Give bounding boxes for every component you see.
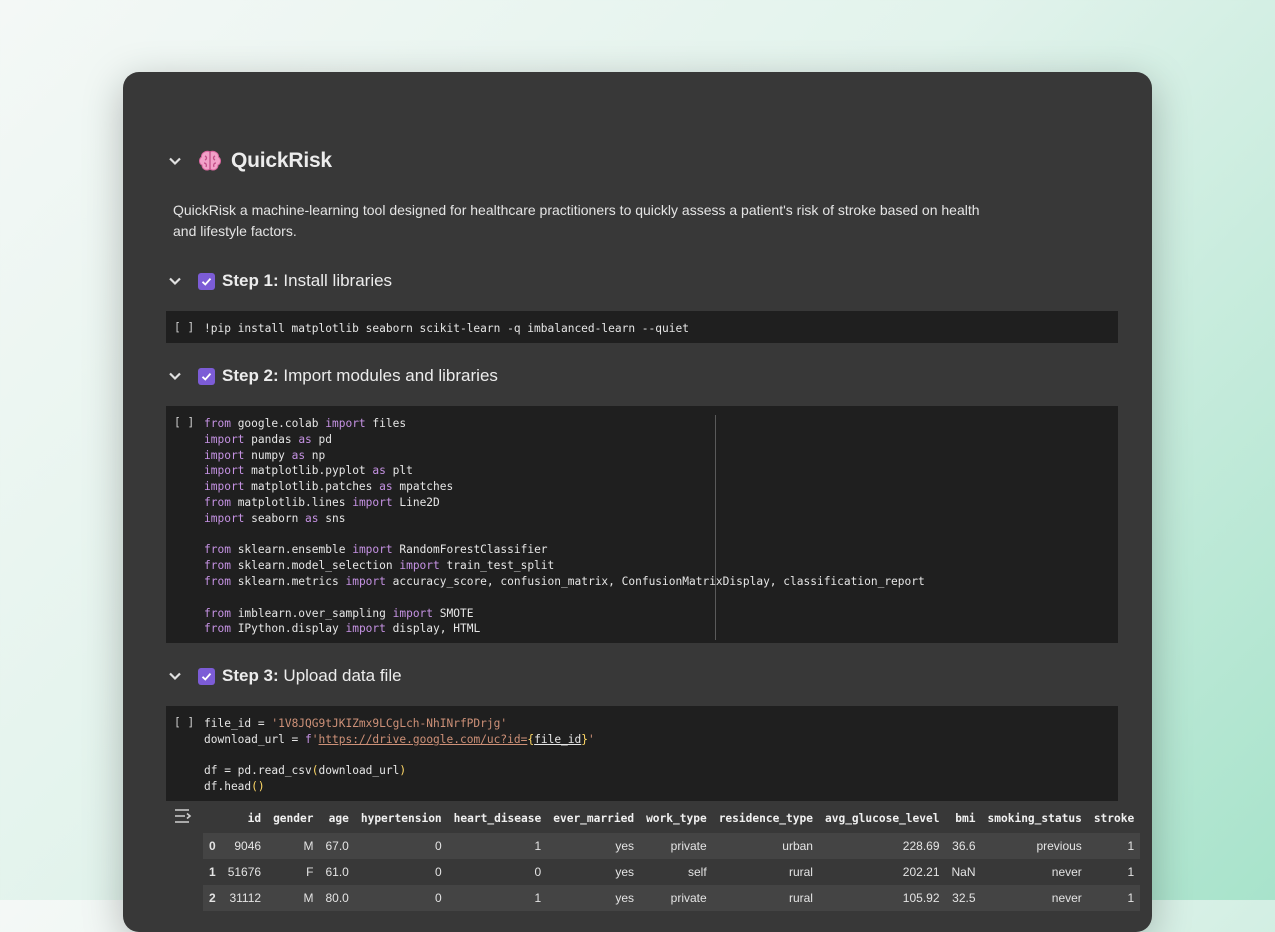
table-row: 0 9046 M 67.0 0 1 yes private urban 228.…	[203, 833, 1141, 859]
code-text[interactable]: from google.colab import files import pa…	[204, 416, 925, 637]
notebook-window: QuickRisk QuickRisk a machine-learning t…	[123, 72, 1152, 932]
code-text[interactable]: file_id = '1V8JQG9tJKIZmx9LCgLch-NhINrfP…	[204, 716, 595, 795]
run-cell-button[interactable]: [ ]	[174, 416, 194, 429]
table-cell: F	[306, 865, 314, 879]
section-step-3: Step 3: Upload data file	[168, 666, 402, 686]
run-cell-button[interactable]: [ ]	[174, 321, 194, 334]
table-cell: yes	[615, 865, 635, 879]
row-index: 1	[209, 865, 216, 879]
table-cell: NaN	[951, 865, 976, 879]
table-cell: 61.0	[325, 865, 349, 879]
code-cell-imports[interactable]: [ ] from google.colab import files impor…	[166, 406, 1118, 643]
column-header: hypertension	[360, 812, 442, 825]
table-cell: previous	[981, 833, 1088, 859]
table-cell: 1	[1127, 865, 1135, 879]
table-cell: 67.0	[319, 833, 355, 859]
code-cell-upload[interactable]: [ ] file_id = '1V8JQG9tJKIZmx9LCgLch-NhI…	[166, 706, 1118, 801]
column-header	[203, 809, 222, 833]
column-header: age	[328, 812, 349, 825]
table-cell: 1	[447, 885, 548, 911]
row-index: 2	[203, 885, 222, 911]
column-header: avg_glucose_level	[824, 812, 940, 825]
section-quickrisk: QuickRisk	[168, 148, 332, 174]
chevron-down-icon[interactable]	[168, 274, 182, 288]
table-cell: 0	[354, 885, 448, 911]
output-toggle-icon[interactable]	[173, 807, 193, 825]
table-cell: 0	[534, 865, 542, 879]
table-cell: 1	[447, 833, 548, 859]
table-cell: 1	[1087, 885, 1141, 911]
chevron-down-icon[interactable]	[168, 154, 182, 168]
section-step-2: Step 2: Import modules and libraries	[168, 366, 498, 386]
code-cell-install[interactable]: [ ] !pip install matplotlib seaborn scik…	[166, 311, 1118, 343]
table-cell: private	[640, 885, 713, 911]
section-step-1: Step 1: Install libraries	[168, 271, 392, 291]
run-cell-button[interactable]: [ ]	[174, 716, 194, 729]
checkbox-checked-icon	[198, 272, 215, 290]
table-cell: yes	[547, 833, 641, 859]
page-title: QuickRisk	[231, 149, 332, 172]
table-header-row: id gender age hypertension heart_disease…	[203, 809, 1140, 833]
table-cell: 51676	[227, 865, 262, 879]
table-cell: 202.21	[902, 865, 940, 879]
table-cell: 31112	[221, 885, 268, 911]
table-cell: M	[267, 833, 320, 859]
table-cell: 36.6	[945, 833, 982, 859]
table-cell: rural	[788, 865, 813, 879]
table-cell: self	[688, 865, 707, 879]
row-index: 0	[203, 833, 222, 859]
column-header: ever_married	[553, 812, 635, 825]
column-header: residence_type	[718, 812, 813, 825]
table-cell: 32.5	[945, 885, 982, 911]
table-cell: 1	[1087, 833, 1141, 859]
brain-emoji-icon	[197, 148, 223, 174]
code-text[interactable]: !pip install matplotlib seaborn scikit-l…	[204, 321, 689, 337]
table-cell: 0	[434, 865, 442, 879]
chevron-down-icon[interactable]	[168, 369, 182, 383]
table-cell: 228.69	[818, 833, 946, 859]
table-cell: 0	[354, 833, 448, 859]
column-header: gender	[273, 812, 314, 825]
table-cell: 80.0	[319, 885, 355, 911]
column-header: stroke	[1093, 812, 1135, 825]
column-header: work_type	[646, 812, 707, 825]
column-header: heart_disease	[453, 812, 542, 825]
checkbox-checked-icon	[198, 667, 215, 685]
checkbox-checked-icon	[198, 367, 215, 385]
table-cell: rural	[712, 885, 819, 911]
table-cell: never	[981, 885, 1088, 911]
step-heading: Step 1: Install libraries	[222, 271, 393, 290]
table-row: 2 31112 M 80.0 0 1 yes private rural 105…	[203, 885, 1141, 911]
table-row: 1 51676 F 61.0 0 0 yes self rural 202.21…	[203, 859, 1140, 885]
column-header: id	[247, 812, 262, 825]
dataframe-output: id gender age hypertension heart_disease…	[203, 809, 1141, 911]
step-heading: Step 3: Upload data file	[222, 666, 402, 685]
table-cell: private	[640, 833, 713, 859]
table-cell: never	[1051, 865, 1082, 879]
table-cell: 105.92	[818, 885, 946, 911]
chevron-down-icon[interactable]	[168, 669, 182, 683]
table-cell: yes	[547, 885, 641, 911]
step-heading: Step 2: Import modules and libraries	[222, 366, 498, 385]
column-header: bmi	[955, 812, 976, 825]
table-cell: M	[267, 885, 320, 911]
table-cell: 9046	[221, 833, 268, 859]
table-cell: urban	[712, 833, 819, 859]
column-header: smoking_status	[987, 812, 1082, 825]
notebook-description: QuickRisk a machine-learning tool design…	[173, 202, 980, 239]
